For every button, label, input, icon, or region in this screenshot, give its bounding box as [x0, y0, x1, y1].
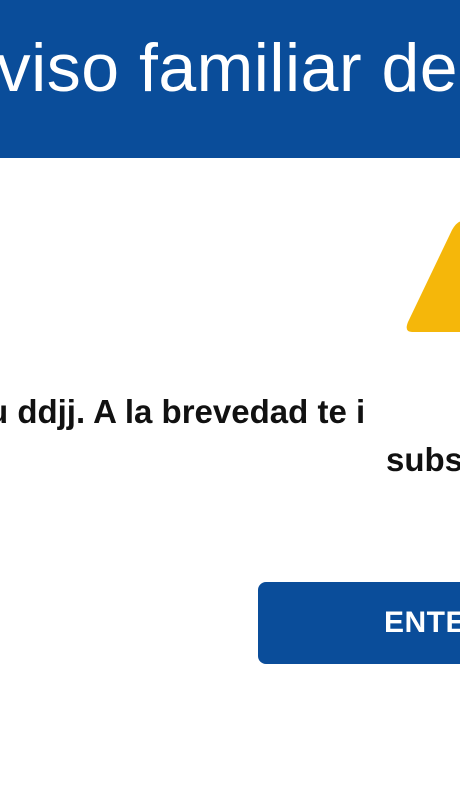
message-line-1: u ddjj. A la brevedad te i — [0, 393, 366, 430]
confirm-button[interactable]: ENTE — [258, 582, 460, 664]
confirm-button-label: ENTE — [384, 606, 460, 639]
page-title: Aviso familiar de entrada — [0, 30, 460, 106]
warning-triangle-icon — [402, 212, 460, 337]
message-line-2: subs — [386, 441, 460, 478]
dialog-screen: Aviso familiar de entrada u ddjj. A la b… — [0, 0, 460, 800]
message-text: u ddjj. A la brevedad te i subs — [0, 365, 460, 495]
header-bar: Aviso familiar de entrada — [0, 0, 460, 158]
